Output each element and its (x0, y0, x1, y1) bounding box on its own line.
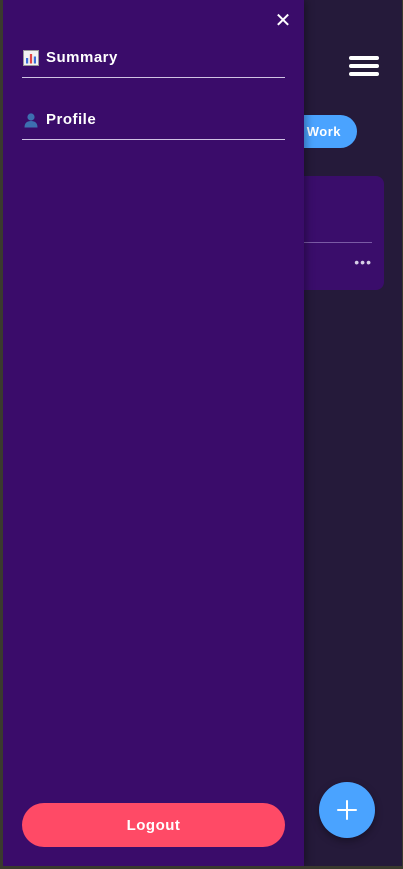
drawer-item-profile[interactable]: Profile (22, 100, 285, 140)
hamburger-line (349, 72, 379, 76)
filter-chip-label: Work (306, 124, 341, 139)
hamburger-line (349, 56, 379, 60)
add-button[interactable] (319, 782, 375, 838)
hamburger-line (349, 64, 379, 68)
app-frame: Work ••• ✕ Summary Profile Logout (3, 0, 402, 866)
navigation-drawer: ✕ Summary Profile Logout (3, 0, 304, 866)
plus-icon (337, 800, 357, 820)
close-icon[interactable]: ✕ (271, 8, 295, 34)
bar-chart-icon (22, 49, 40, 66)
hamburger-menu-icon[interactable] (349, 54, 379, 78)
drawer-item-summary[interactable]: Summary (22, 38, 285, 78)
logout-button[interactable]: Logout (22, 803, 285, 847)
more-options-icon[interactable]: ••• (354, 254, 372, 270)
drawer-item-label: Profile (46, 111, 97, 128)
user-icon (22, 112, 40, 128)
drawer-item-label: Summary (46, 49, 118, 66)
